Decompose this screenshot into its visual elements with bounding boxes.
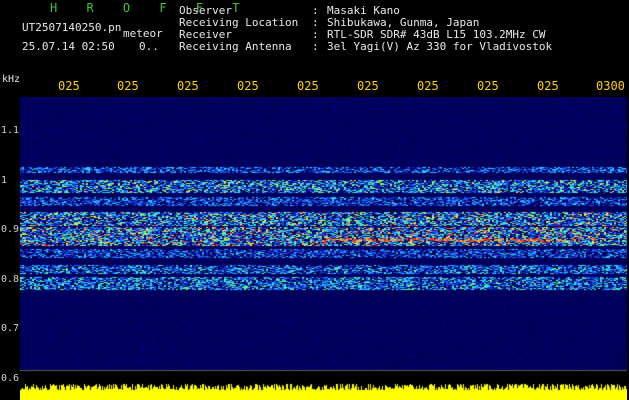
time-tick: 025	[58, 79, 80, 93]
observation-datetime: 25.07.14 02:50	[22, 40, 115, 53]
time-tick: 025	[297, 79, 319, 93]
location-label: Receiving Location	[179, 16, 299, 29]
receiver-label: Receiver	[179, 28, 232, 41]
antenna-colon: :	[312, 40, 319, 53]
time-tick: 025	[237, 79, 259, 93]
freq-tick: 1	[1, 175, 8, 186]
time-tick: 025	[117, 79, 139, 93]
detection-type: meteor	[123, 27, 163, 40]
freq-tick: 0.9	[1, 224, 20, 235]
freq-tick: 0.7	[1, 323, 20, 334]
time-tick: 025	[177, 79, 199, 93]
antenna-value: 3el Yagi(V) Az 330 for Vladivostok	[327, 40, 553, 53]
time-tick: 025	[477, 79, 499, 93]
receiver-colon: :	[312, 28, 319, 41]
antenna-label: Receiving Antenna	[179, 40, 292, 53]
meteor-count: 0..	[139, 40, 159, 53]
spectrogram-canvas	[20, 97, 627, 400]
freq-tick: 1.1	[1, 125, 20, 136]
file-name: UT2507140250.pn	[22, 21, 122, 34]
hrofft-screen: H R O F F T UT2507140250.pn meteor 25.07…	[0, 0, 629, 400]
waterfall-spectrogram	[20, 97, 627, 400]
location-value: Shibukawa, Gunma, Japan	[327, 16, 480, 29]
observer-label: Observer	[179, 4, 232, 17]
time-tick: 025	[537, 79, 559, 93]
receiver-value: RTL-SDR SDR# 43dB L15 103.2MHz CW	[327, 28, 546, 41]
time-tick: 025	[357, 79, 379, 93]
observer-colon: :	[312, 4, 319, 17]
location-colon: :	[312, 16, 319, 29]
y-axis-unit: kHz	[2, 74, 21, 85]
time-tick: 0300	[596, 79, 625, 93]
time-tick: 025	[417, 79, 439, 93]
observer-value: Masaki Kano	[327, 4, 400, 17]
freq-tick: 0.6	[1, 373, 20, 384]
freq-tick: 0.8	[1, 274, 20, 285]
